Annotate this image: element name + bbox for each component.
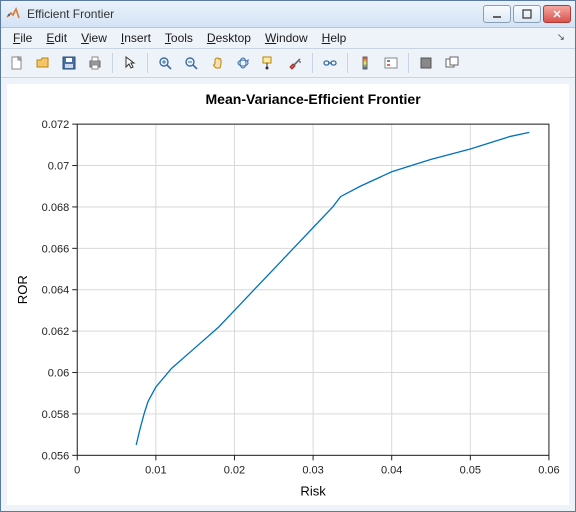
toolbar-sep	[408, 53, 409, 73]
svg-text:Mean-Variance-Efficient Fronti: Mean-Variance-Efficient Frontier	[205, 91, 421, 107]
svg-text:0: 0	[74, 464, 80, 476]
svg-text:0.072: 0.072	[42, 119, 70, 131]
svg-text:0.066: 0.066	[42, 243, 70, 255]
toolbar-sep	[312, 53, 313, 73]
brush-button[interactable]	[283, 51, 307, 75]
dock-icon[interactable]: ↘	[553, 32, 569, 43]
svg-text:0.07: 0.07	[48, 160, 69, 172]
menu-window[interactable]: Window	[259, 29, 314, 47]
svg-text:0.04: 0.04	[381, 464, 402, 476]
titlebar: Efficient Frontier	[1, 1, 575, 28]
hide-plot-tools-button[interactable]	[414, 51, 438, 75]
window-controls	[483, 5, 571, 23]
svg-text:0.02: 0.02	[224, 464, 245, 476]
chart-svg: 0 0.01 0.02 0.03 0.04 0.05 0.06 0.056 0.058 0.06 0…	[7, 84, 569, 506]
edit-plot-button[interactable]	[118, 51, 142, 75]
legend-button[interactable]	[379, 51, 403, 75]
rotate-button[interactable]	[231, 51, 255, 75]
svg-text:0.056: 0.056	[42, 450, 70, 462]
menu-edit[interactable]: Edit	[40, 29, 73, 47]
svg-text:0.064: 0.064	[42, 284, 70, 296]
zoom-out-button[interactable]	[179, 51, 203, 75]
toolbar-sep	[347, 53, 348, 73]
figure-window: Efficient Frontier File Edit View Insert…	[0, 0, 576, 512]
menu-view[interactable]: View	[75, 29, 113, 47]
show-plot-tools-button[interactable]	[440, 51, 464, 75]
matlab-icon	[5, 6, 21, 22]
svg-text:0.06: 0.06	[48, 367, 69, 379]
colorbar-button[interactable]	[353, 51, 377, 75]
minimize-button[interactable]	[483, 5, 511, 23]
data-cursor-button[interactable]	[257, 51, 281, 75]
toolbar-sep	[112, 53, 113, 73]
link-plot-button[interactable]	[318, 51, 342, 75]
toolbar	[1, 49, 575, 78]
save-button[interactable]	[57, 51, 81, 75]
svg-text:0.03: 0.03	[302, 464, 323, 476]
print-button[interactable]	[83, 51, 107, 75]
svg-text:0.062: 0.062	[42, 326, 70, 338]
maximize-button[interactable]	[513, 5, 541, 23]
toolbar-sep	[147, 53, 148, 73]
menu-insert[interactable]: Insert	[115, 29, 157, 47]
menu-desktop[interactable]: Desktop	[201, 29, 257, 47]
pan-button[interactable]	[205, 51, 229, 75]
close-button[interactable]	[543, 5, 571, 23]
svg-text:0.058: 0.058	[42, 408, 70, 420]
new-figure-button[interactable]	[5, 51, 29, 75]
zoom-in-button[interactable]	[153, 51, 177, 75]
figure-area: 0 0.01 0.02 0.03 0.04 0.05 0.06 0.056 0.058 0.06 0…	[1, 78, 575, 512]
svg-text:0.01: 0.01	[145, 464, 166, 476]
axes-container: 0 0.01 0.02 0.03 0.04 0.05 0.06 0.056 0.058 0.06 0…	[7, 84, 569, 506]
menu-file[interactable]: File	[7, 29, 38, 47]
open-file-button[interactable]	[31, 51, 55, 75]
menubar: File Edit View Insert Tools Desktop Wind…	[1, 28, 575, 49]
svg-text:0.06: 0.06	[538, 464, 559, 476]
svg-text:Risk: Risk	[300, 483, 326, 498]
svg-text:0.068: 0.068	[42, 201, 70, 213]
window-title: Efficient Frontier	[27, 7, 483, 21]
menu-tools[interactable]: Tools	[159, 29, 199, 47]
svg-text:0.05: 0.05	[460, 464, 481, 476]
svg-text:ROR: ROR	[15, 275, 30, 304]
menu-help[interactable]: Help	[316, 29, 353, 47]
